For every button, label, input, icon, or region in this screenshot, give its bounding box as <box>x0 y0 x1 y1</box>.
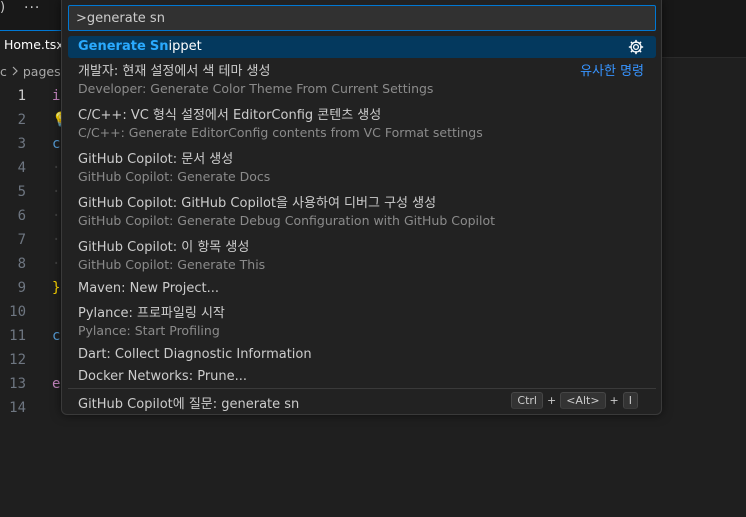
keybinding: Ctrl + <Alt> + I <box>511 392 638 409</box>
item-detail: GitHub Copilot: Generate Docs <box>78 169 271 184</box>
gear-icon[interactable] <box>628 39 644 55</box>
line-number: 14 <box>9 400 26 416</box>
line-number: 13 <box>9 376 26 392</box>
item-label: GitHub Copilot에 질문: generate sn <box>78 397 300 412</box>
quick-pick-item[interactable]: Pylance: 프로파일링 시작 Pylance: Start Profili… <box>68 300 656 344</box>
item-label: GitHub Copilot: GitHub Copilot을 사용하여 디버그… <box>78 196 437 211</box>
label-text: ippet <box>168 39 202 54</box>
item-label: Generate Snippet <box>78 39 202 54</box>
key-plus: + <box>609 394 619 407</box>
breadcrumb: c pages <box>0 61 61 81</box>
match-highlight: Sn <box>149 39 169 54</box>
command-palette-input[interactable] <box>68 5 656 31</box>
quick-pick-item-ask-copilot[interactable]: GitHub Copilot에 질문: generate sn Ctrl + <… <box>68 388 656 412</box>
line-number-gutter: 1 2 3 4 5 6 7 8 9 10 11 12 13 14 <box>0 84 38 420</box>
item-detail: GitHub Copilot: Generate This <box>78 257 266 272</box>
item-detail: GitHub Copilot: Generate Debug Configura… <box>78 213 496 228</box>
line-number: 4 <box>17 160 26 176</box>
chevron-right-icon <box>12 66 18 76</box>
item-label: Pylance: 프로파일링 시작 <box>78 306 225 321</box>
quick-pick-item[interactable]: GitHub Copilot: 이 항목 생성 GitHub Copilot: … <box>68 234 656 278</box>
line-number: 5 <box>17 184 26 200</box>
key-i: I <box>622 392 638 409</box>
quick-pick-item[interactable]: 개발자: 현재 설정에서 색 테마 생성 유사한 명령 Developer: G… <box>68 58 656 102</box>
item-label: Dart: Collect Diagnostic Information <box>78 347 312 362</box>
separator <box>68 388 656 389</box>
item-label: C/C++: VC 형식 설정에서 EditorConfig 콘텐츠 생성 <box>78 108 382 123</box>
item-detail: Developer: Generate Color Theme From Cur… <box>78 81 434 96</box>
quick-pick-item[interactable]: GitHub Copilot: 문서 생성 GitHub Copilot: Ge… <box>68 146 656 190</box>
quick-pick-item[interactable]: Maven: New Project... <box>68 278 656 300</box>
title-fragment: ) <box>0 0 6 15</box>
item-label: GitHub Copilot: 이 항목 생성 <box>78 240 250 255</box>
line-number: 1 <box>17 88 26 104</box>
tab-home-tsx[interactable]: Home.tsx <box>0 30 64 58</box>
category-label: 유사한 명령 <box>580 64 644 79</box>
quick-pick-item-generate-snippet[interactable]: Generate Snippet <box>68 36 656 58</box>
quick-pick-list: Generate Snippet 개발자: 현재 설정에서 색 테마 생성 유사… <box>68 36 656 412</box>
line-number: 11 <box>9 328 26 344</box>
item-detail: Pylance: Start Profiling <box>78 323 220 338</box>
match-highlight: Generate <box>78 39 146 54</box>
more-actions-icon[interactable]: ··· <box>24 0 40 16</box>
item-label: Docker Networks: Prune... <box>78 369 248 384</box>
quick-pick-item[interactable]: C/C++: VC 형식 설정에서 EditorConfig 콘텐츠 생성 C/… <box>68 102 656 146</box>
quick-pick-item[interactable]: Dart: Collect Diagnostic Information <box>68 344 656 366</box>
key-alt: <Alt> <box>560 392 606 409</box>
breadcrumb-segment[interactable]: c <box>0 64 7 79</box>
command-palette: Generate Snippet 개발자: 현재 설정에서 색 테마 생성 유사… <box>61 0 662 415</box>
breadcrumb-segment[interactable]: pages <box>23 64 61 79</box>
key-ctrl: Ctrl <box>511 392 543 409</box>
key-plus: + <box>546 394 557 407</box>
line-number: 3 <box>17 136 26 152</box>
item-label: GitHub Copilot: 문서 생성 <box>78 152 234 167</box>
line-number: 9 <box>17 280 26 296</box>
line-number: 12 <box>9 352 26 368</box>
line-number: 8 <box>17 256 26 272</box>
line-number: 10 <box>9 304 26 320</box>
quick-pick-item[interactable]: Docker Networks: Prune... <box>68 366 656 388</box>
line-number: 2 <box>17 112 26 128</box>
line-number: 7 <box>17 232 26 248</box>
item-label: 개발자: 현재 설정에서 색 테마 생성 <box>78 64 271 79</box>
item-label: Maven: New Project... <box>78 281 219 296</box>
tab-label: Home.tsx <box>4 37 64 52</box>
line-number: 6 <box>17 208 26 224</box>
quick-pick-item[interactable]: GitHub Copilot: GitHub Copilot을 사용하여 디버그… <box>68 190 656 234</box>
item-detail: C/C++: Generate EditorConfig contents fr… <box>78 125 483 140</box>
